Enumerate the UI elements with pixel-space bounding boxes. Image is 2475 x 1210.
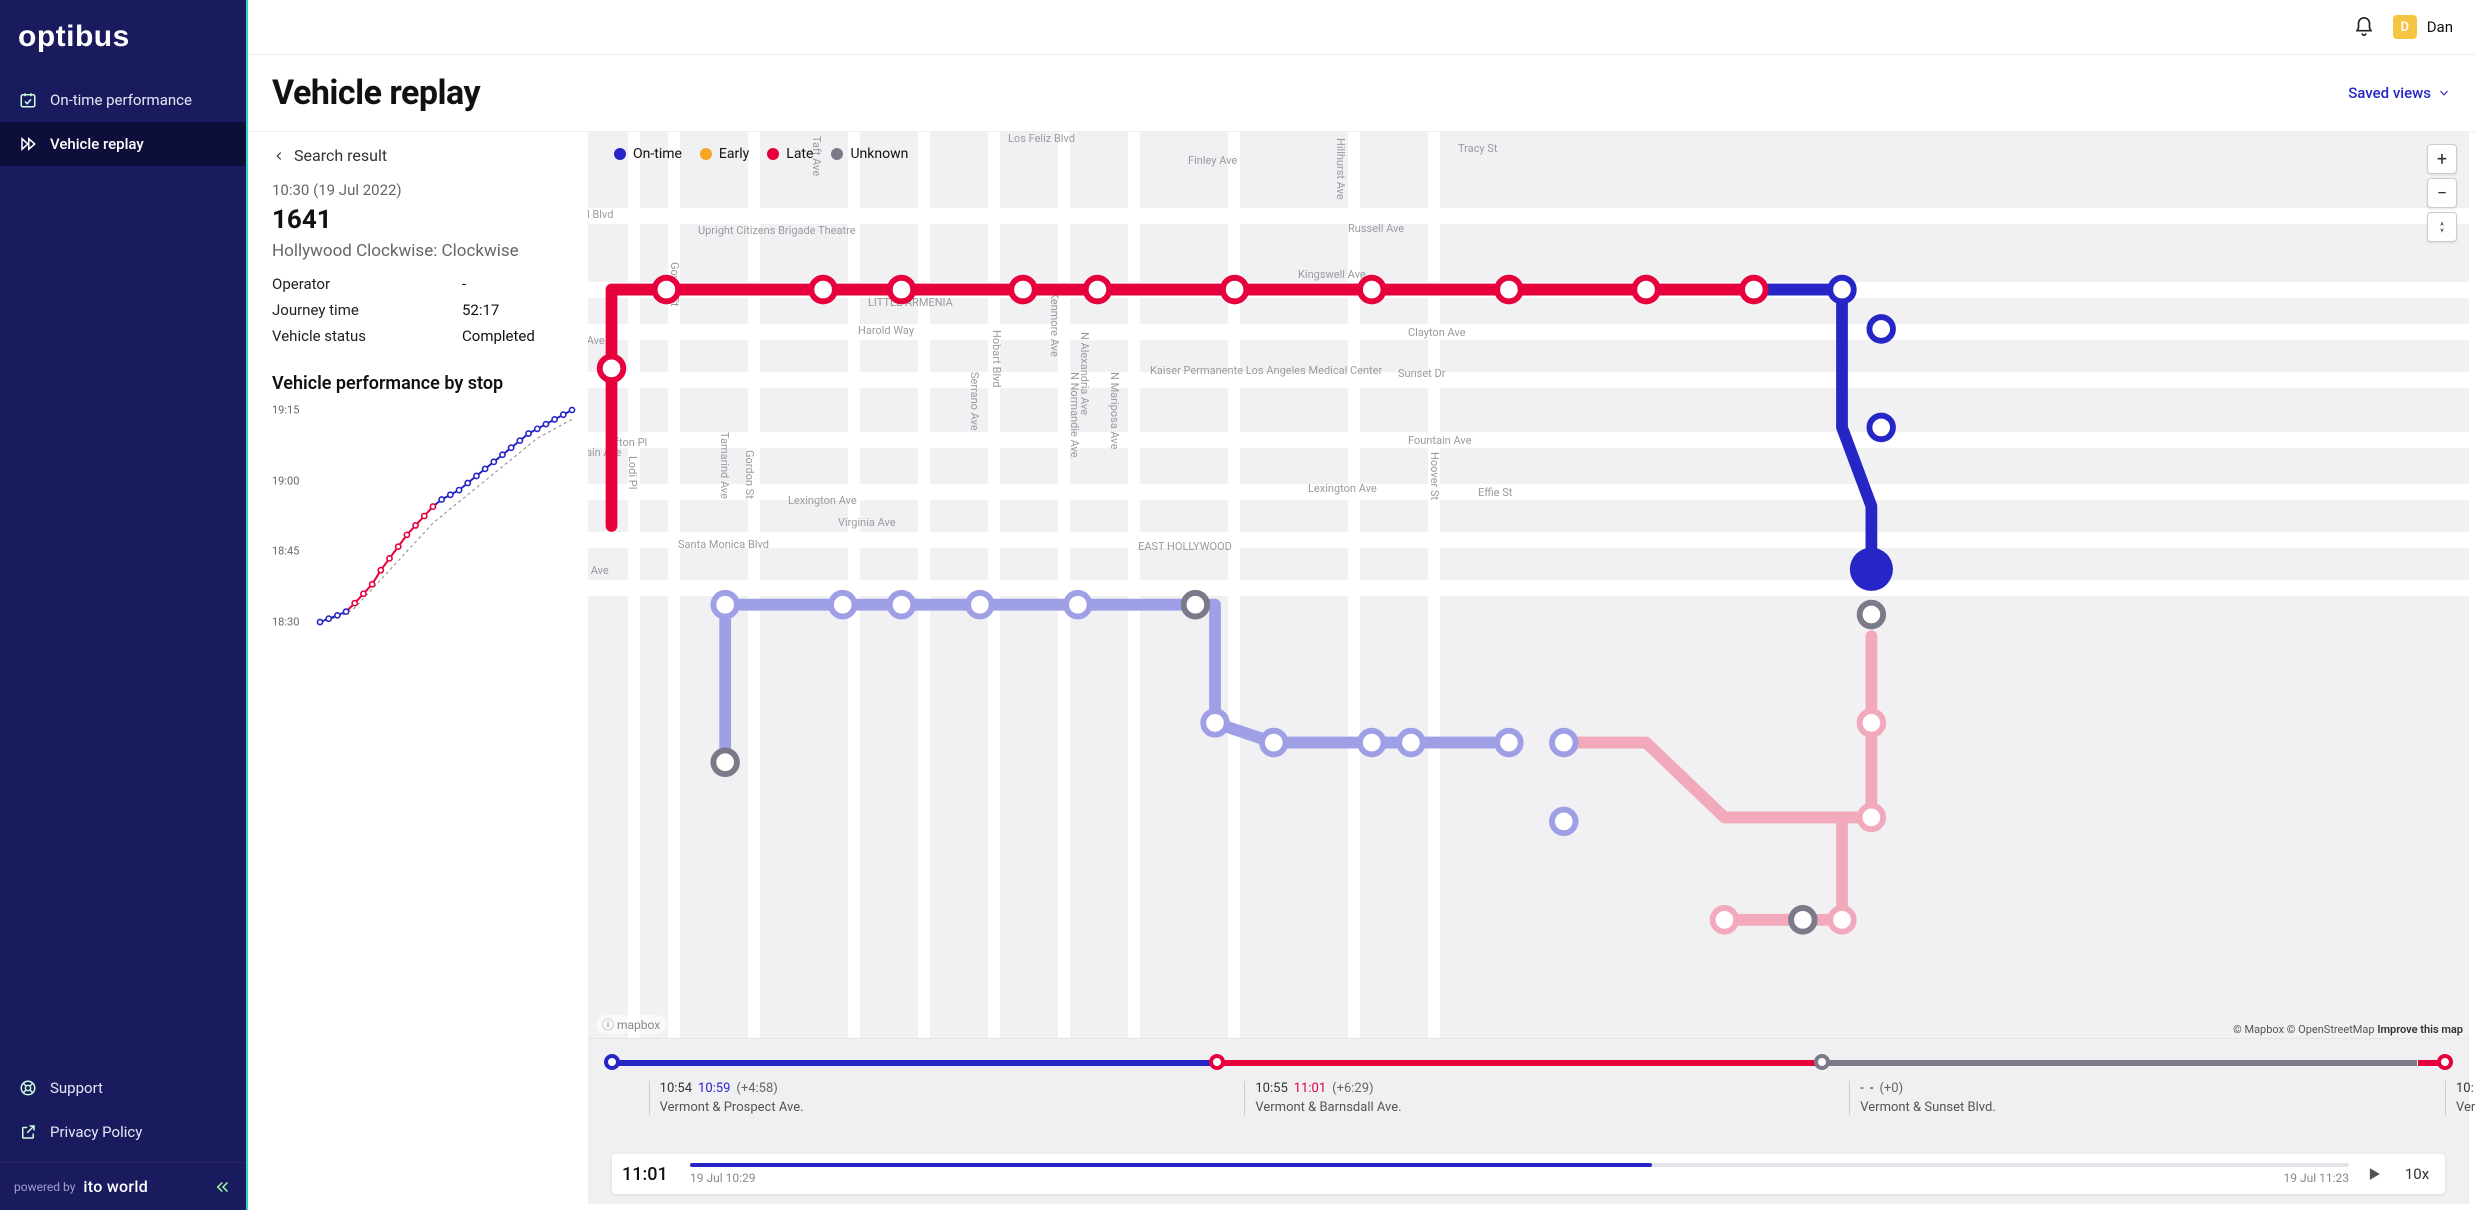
back-to-search[interactable]: Search result — [272, 146, 588, 165]
details-panel: Search result 10:30 (19 Jul 2022) 1641 H… — [248, 132, 588, 1210]
sidebar-item-label: On-time performance — [50, 91, 192, 109]
perf-chart-title: Vehicle performance by stop — [272, 373, 588, 394]
chevron-left-icon — [272, 149, 286, 163]
trip-timestamp: 10:30 (19 Jul 2022) — [272, 181, 588, 199]
map-legend: On-time Early Late Unknown — [608, 142, 914, 166]
legend-unknown: Unknown — [831, 146, 908, 162]
legend-label: Early — [719, 146, 749, 162]
sidebar-item-label: Privacy Policy — [50, 1123, 142, 1141]
legend-late: Late — [767, 146, 813, 162]
external-link-icon — [18, 1122, 38, 1142]
page-header: Vehicle replay Saved views — [248, 55, 2475, 132]
saved-views-dropdown[interactable]: Saved views — [2348, 84, 2451, 102]
detail-key: Journey time — [272, 301, 462, 319]
timeline-stop[interactable]: 10:5Verr — [2445, 1081, 2475, 1115]
sidebar-item-label: Support — [50, 1079, 103, 1097]
timeline-node[interactable] — [1814, 1054, 1830, 1070]
attrib-osm[interactable]: © OpenStreetMap — [2287, 1023, 2375, 1036]
map-attribution: © Mapbox © OpenStreetMap Improve this ma… — [2233, 1023, 2463, 1036]
map-canvas[interactable]: Los Feliz BlvdFinley AveTracy StRussell … — [588, 132, 2469, 1038]
timeline-node[interactable] — [604, 1054, 620, 1070]
legend-early: Early — [700, 146, 749, 162]
powered-brand: ito world — [83, 1177, 148, 1196]
lifebuoy-icon — [18, 1078, 38, 1098]
mapbox-logo: ⓘ mapbox — [596, 1015, 666, 1034]
sidebar-footer: Support Privacy Policy — [0, 1066, 246, 1162]
route-name: Hollywood Clockwise: Clockwise — [272, 241, 588, 261]
detail-row-journey-time: Journey time 52:17 — [272, 301, 588, 319]
notifications-button[interactable] — [2353, 16, 2375, 38]
sidebar-item-otp[interactable]: On-time performance — [0, 78, 246, 122]
playbar-current-time: 11:01 — [622, 1164, 680, 1185]
legend-label: On-time — [633, 146, 682, 162]
sidebar-item-label: Vehicle replay — [50, 135, 144, 153]
chart-ytick: 19:15 — [272, 404, 299, 417]
timeline-stop[interactable]: 10:5511:01(+6:29)Vermont & Barnsdall Ave… — [1244, 1081, 1401, 1115]
detail-row-vehicle-status: Vehicle status Completed — [272, 327, 588, 345]
playbar-track[interactable]: 19 Jul 10:29 19 Jul 11:23 — [690, 1163, 2349, 1185]
playbar: 11:01 19 Jul 10:29 19 Jul 11:23 10x — [612, 1154, 2445, 1194]
map-wrap: On-time Early Late Unknown Los Feliz Blv… — [588, 132, 2469, 1038]
attrib-mapbox[interactable]: © Mapbox — [2233, 1023, 2284, 1036]
zoom-in-button[interactable]: + — [2427, 144, 2457, 174]
detail-key: Operator — [272, 275, 462, 293]
collapse-sidebar-button[interactable] — [214, 1178, 232, 1196]
main: D Dan Vehicle replay Saved views Search … — [248, 0, 2475, 1210]
timeline-stop[interactable]: --(+0)Vermont & Sunset Blvd. — [1849, 1081, 1995, 1115]
powered-by: powered by ito world — [0, 1162, 246, 1210]
play-forward-icon — [18, 134, 38, 154]
sidebar-item-support[interactable]: Support — [0, 1066, 246, 1110]
sidebar: optibus On-time performance Vehicle repl… — [0, 0, 248, 1210]
legend-label: Late — [786, 146, 813, 162]
timeline-node[interactable] — [1209, 1054, 1225, 1070]
playbar-end-label: 19 Jul 11:23 — [2284, 1171, 2349, 1185]
back-label: Search result — [294, 146, 387, 165]
sidebar-nav: On-time performance Vehicle replay — [0, 78, 246, 166]
calendar-check-icon — [18, 90, 38, 110]
sidebar-item-privacy[interactable]: Privacy Policy — [0, 1110, 246, 1154]
perf-chart: 18:30 18:45 19:00 19:15 — [272, 406, 568, 636]
detail-value: 52:17 — [462, 301, 499, 319]
sidebar-item-vehicle-replay[interactable]: Vehicle replay — [0, 122, 246, 166]
timeline-stop[interactable]: 10:5410:59(+4:58)Vermont & Prospect Ave. — [649, 1081, 804, 1115]
chart-ytick: 18:45 — [272, 545, 299, 558]
legend-label: Unknown — [850, 146, 908, 162]
reset-north-button[interactable] — [2427, 212, 2457, 242]
chevron-down-icon — [2437, 86, 2451, 100]
content: Search result 10:30 (19 Jul 2022) 1641 H… — [248, 132, 2475, 1210]
user-name: Dan — [2427, 18, 2453, 36]
chart-ytick: 18:30 — [272, 616, 299, 629]
timeline: 10:5410:59(+4:58)Vermont & Prospect Ave.… — [588, 1038, 2469, 1204]
compass-icon — [2435, 220, 2449, 234]
improve-map-link[interactable]: Improve this map — [2377, 1023, 2463, 1036]
detail-value: Completed — [462, 327, 535, 345]
legend-ontime: On-time — [614, 146, 682, 162]
trip-id: 1641 — [272, 205, 588, 235]
detail-key: Vehicle status — [272, 327, 462, 345]
play-button[interactable] — [2359, 1159, 2389, 1189]
saved-views-label: Saved views — [2348, 84, 2431, 102]
playbar-start-label: 19 Jul 10:29 — [690, 1171, 755, 1185]
brand-logo: optibus — [0, 0, 246, 68]
chart-ytick: 19:00 — [272, 474, 299, 487]
powered-prefix: powered by — [14, 1180, 75, 1194]
topbar: D Dan — [248, 0, 2475, 55]
detail-value: - — [462, 275, 466, 293]
map-area: On-time Early Late Unknown Los Feliz Blv… — [588, 132, 2475, 1210]
map-controls: + − — [2427, 144, 2457, 242]
zoom-out-button[interactable]: − — [2427, 178, 2457, 208]
detail-row-operator: Operator - — [272, 275, 588, 293]
timeline-track[interactable] — [612, 1053, 2445, 1071]
timeline-stops: 10:5410:59(+4:58)Vermont & Prospect Ave.… — [612, 1081, 2445, 1133]
timeline-node[interactable] — [2437, 1054, 2453, 1070]
user-avatar[interactable]: D — [2393, 15, 2417, 39]
playback-speed[interactable]: 10x — [2399, 1165, 2435, 1183]
page-title: Vehicle replay — [272, 73, 480, 113]
